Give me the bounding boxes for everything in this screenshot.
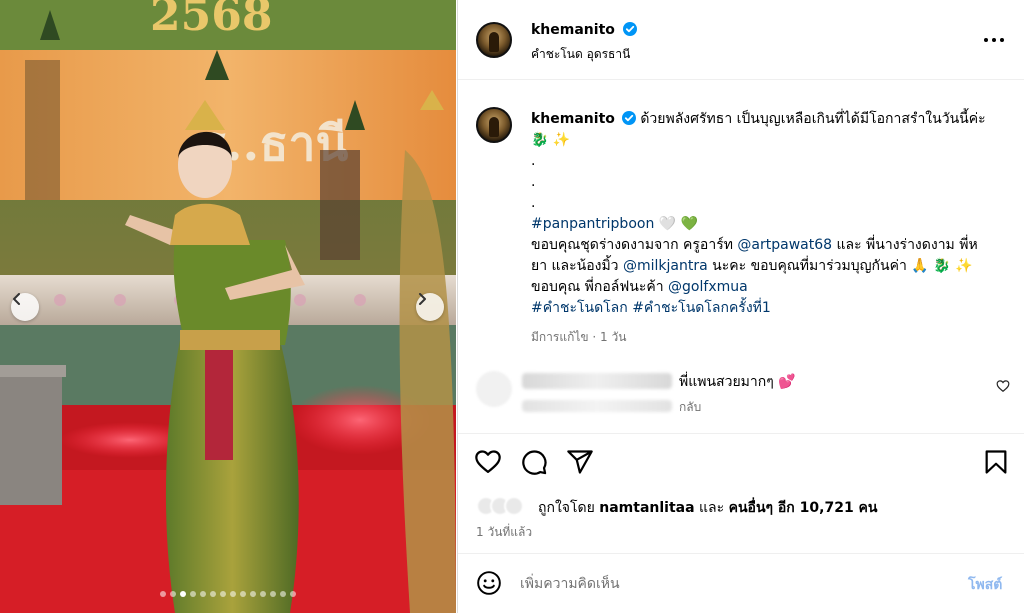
- caption-author-avatar[interactable]: [476, 107, 512, 143]
- liker-avatar: [504, 496, 524, 516]
- comment-button[interactable]: [520, 448, 548, 476]
- caption-edited-meta: มีการแก้ไข · 1 วัน: [531, 330, 627, 344]
- heart-icon: [475, 450, 501, 474]
- post-caption: khemanito ด้วยพลังศรัทธา เป็นบุญเหลือเกิ…: [531, 109, 1011, 348]
- comment-meta-blurred: [522, 400, 672, 412]
- caption-username[interactable]: khemanito: [531, 111, 615, 127]
- author-avatar[interactable]: [476, 22, 512, 58]
- carousel-dot: [280, 591, 286, 597]
- carousel-dot: [220, 591, 226, 597]
- hashtag-link[interactable]: #คำชะโนดโลกครั้งที่1: [632, 300, 771, 316]
- previous-photo-button[interactable]: [11, 293, 39, 321]
- hashtag-link[interactable]: #panpantripboon: [531, 216, 654, 232]
- caption-and-comments: khemanito ด้วยพลังศรัทธา เป็นบุญเหลือเกิ…: [458, 81, 1024, 431]
- verified-badge-icon: [621, 111, 636, 125]
- carousel-dot: [210, 591, 216, 597]
- comment-text: พี่แพนสวยมากๆ 💕: [679, 374, 796, 390]
- comment-like-heart-icon[interactable]: [996, 379, 1010, 393]
- carousel-dot: [170, 591, 176, 597]
- post-timestamp[interactable]: 1 วันที่แล้ว: [476, 523, 532, 542]
- hashtag-link[interactable]: #คำชะโนดโลก: [531, 300, 628, 316]
- post-header: khemanito คำชะโนด อุดรธานี: [458, 0, 1024, 80]
- caption-dot: .: [531, 153, 536, 169]
- post-location[interactable]: คำชะโนด อุดรธานี: [531, 45, 630, 64]
- comment-input[interactable]: [520, 572, 940, 596]
- carousel-dot: [160, 591, 166, 597]
- caption-text: ยา และน้องมิ้ว: [531, 258, 619, 274]
- send-icon: [567, 450, 593, 474]
- like-button[interactable]: [474, 448, 502, 476]
- carousel-dot: [260, 591, 266, 597]
- commenter-username-blurred[interactable]: [522, 373, 672, 389]
- author-username-row[interactable]: khemanito: [531, 22, 637, 38]
- verified-badge-icon: [622, 22, 637, 36]
- svg-text:2568: 2568: [150, 0, 272, 41]
- post-actions: ถูกใจโดย namtanlitaa และ คนอื่นๆ อีก 10,…: [458, 433, 1024, 551]
- more-options-dot: [1000, 38, 1004, 42]
- smiley-icon: [477, 571, 501, 595]
- likes-prefix: ถูกใจโดย: [538, 500, 595, 516]
- caption-dot: .: [531, 195, 536, 211]
- next-photo-button[interactable]: [416, 293, 444, 321]
- more-options-dot: [984, 38, 988, 42]
- bookmark-icon: [985, 450, 1007, 474]
- carousel-dot: [180, 591, 186, 597]
- likes-others-count[interactable]: คนอื่นๆ อีก 10,721 คน: [729, 500, 878, 516]
- chevron-right-icon: [419, 293, 426, 305]
- likes-and: และ: [699, 500, 725, 516]
- caption-emoji: 🤍 💚: [658, 216, 699, 232]
- caption-dot: .: [531, 174, 536, 190]
- caption-emoji-line: 🐉 ✨: [531, 132, 571, 148]
- mention-link[interactable]: @golfxmua: [668, 279, 748, 295]
- carousel-dot: [230, 591, 236, 597]
- caption-text: ด้วยพลังศรัทธา เป็นบุญเหลือเกินที่ได้มีโ…: [640, 111, 986, 127]
- share-button[interactable]: [566, 448, 594, 476]
- caption-text: และ พี่นางร่างดงาม พี่ห: [836, 237, 978, 253]
- carousel-dot: [190, 591, 196, 597]
- mention-link[interactable]: @milkjantra: [623, 258, 708, 274]
- chevron-left-icon: [13, 293, 20, 305]
- mention-link[interactable]: @artpawat68: [737, 237, 832, 253]
- likers-avatars[interactable]: [476, 494, 536, 518]
- carousel-dot: [290, 591, 296, 597]
- author-username[interactable]: khemanito: [531, 22, 615, 38]
- more-options-button[interactable]: [984, 32, 1004, 48]
- liker-username[interactable]: namtanlitaa: [599, 500, 694, 516]
- carousel-dot: [200, 591, 206, 597]
- save-button[interactable]: [982, 448, 1010, 476]
- carousel-indicator: [0, 591, 456, 597]
- carousel-dot: [270, 591, 276, 597]
- comment-icon: [522, 450, 547, 475]
- commenter-avatar[interactable]: [476, 371, 512, 407]
- post-details-panel: khemanito คำชะโนด อุดรธานี khemanito ด้ว…: [457, 0, 1024, 613]
- carousel-dot: [240, 591, 246, 597]
- post-photo: 2568 ร..ธานี: [0, 0, 456, 613]
- caption-text: นะคะ ขอบคุณที่มาร่วมบุญกันค่า 🙏 🐉 ✨: [712, 258, 973, 274]
- comment-composer: โพสต์: [458, 553, 1024, 613]
- comment-item: พี่แพนสวยมากๆ 💕 กลับ: [476, 369, 1016, 415]
- more-options-dot: [992, 38, 996, 42]
- comment-reply-button[interactable]: กลับ: [679, 398, 701, 417]
- emoji-picker-button[interactable]: [476, 570, 502, 600]
- caption-text: ขอบคุณชุดร่างดงามจาก ครูอาร์ท: [531, 237, 733, 253]
- post-comment-button[interactable]: โพสต์: [968, 574, 1002, 596]
- likes-summary[interactable]: ถูกใจโดย namtanlitaa และ คนอื่นๆ อีก 10,…: [538, 497, 878, 519]
- caption-text: ขอบคุณ พี่กอล์ฟนะค้า: [531, 279, 664, 295]
- post-media[interactable]: 2568 ร..ธานี: [0, 0, 456, 613]
- carousel-dot: [250, 591, 256, 597]
